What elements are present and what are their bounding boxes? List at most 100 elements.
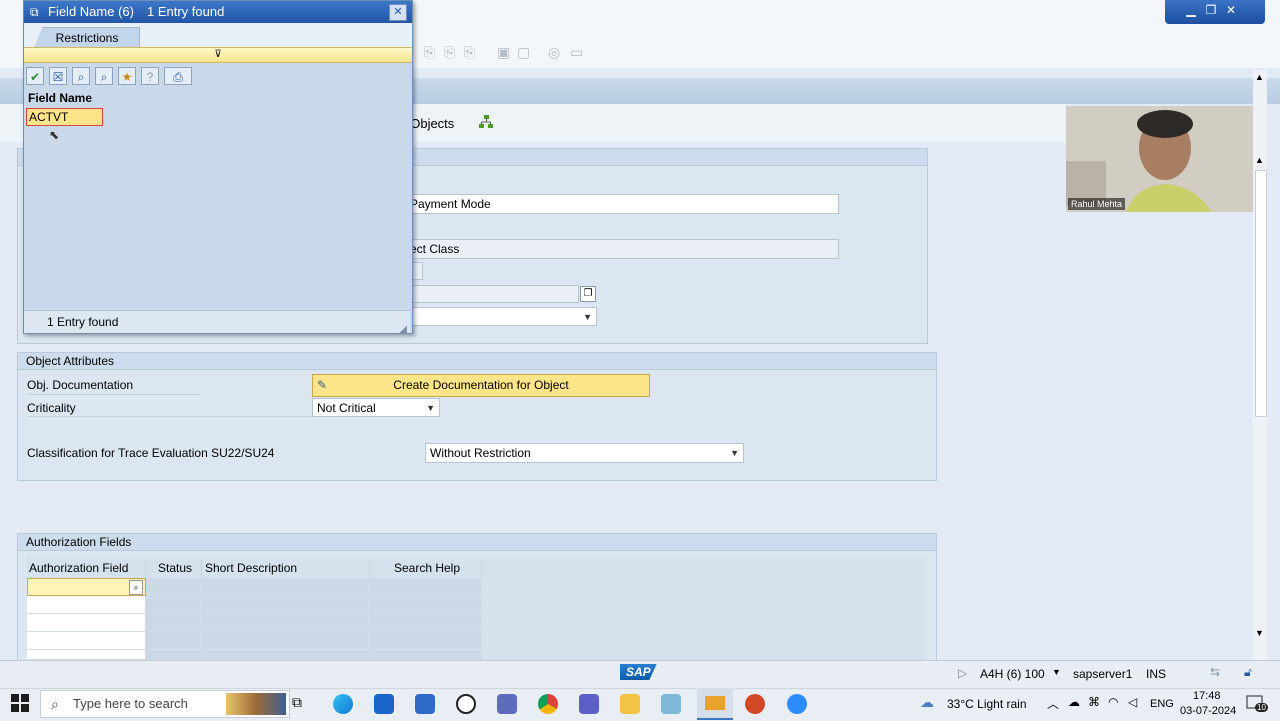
app-icon[interactable]	[661, 694, 681, 714]
table-cell[interactable]	[370, 650, 482, 660]
field-name-column-header[interactable]: Field Name	[28, 91, 92, 105]
clock-time[interactable]: 17:48	[1193, 690, 1221, 702]
table-cell[interactable]	[146, 614, 202, 632]
page-next-icon[interactable]: ⎘	[464, 44, 480, 60]
value-help-icon[interactable]: ⌕	[129, 580, 143, 595]
table-cell[interactable]	[202, 578, 370, 596]
monitor-icon[interactable]: ▭	[570, 44, 586, 60]
teams-icon[interactable]	[579, 694, 599, 714]
table-cell[interactable]	[370, 614, 482, 632]
volume-icon[interactable]: ◁	[1128, 695, 1137, 709]
sap-logon-icon	[705, 696, 725, 710]
column-authorization-field[interactable]: Authorization Field	[26, 559, 146, 577]
object-class-field[interactable]: ect Class	[405, 239, 839, 259]
trace-classification-value: Without Restriction	[430, 446, 531, 460]
settings-icon[interactable]: ⇆	[1210, 665, 1220, 679]
mail-icon[interactable]	[415, 694, 435, 714]
cancel-icon[interactable]: ☒	[49, 67, 67, 85]
create-documentation-button[interactable]: ✎ Create Documentation for Object	[312, 374, 650, 397]
edge-icon[interactable]	[333, 694, 353, 714]
page-prev-icon[interactable]: ⎘	[444, 44, 460, 60]
info-icon[interactable]: ?	[141, 67, 159, 85]
task-view-icon[interactable]: ⧉	[292, 694, 302, 711]
close-icon[interactable]: ✕	[389, 4, 407, 21]
chevron-down-icon: ▼	[426, 403, 435, 413]
chevron-up-icon[interactable]: ︿	[1047, 695, 1059, 712]
resize-grip-icon[interactable]: ◢	[399, 319, 407, 341]
lock-icon[interactable]: 🔓︎	[1244, 665, 1252, 680]
column-status[interactable]: Status	[146, 559, 202, 577]
popup-status-text: 1 Entry found	[47, 315, 119, 329]
scroll-up-icon[interactable]: ▲	[1255, 155, 1264, 165]
table-cell[interactable]	[370, 632, 482, 650]
windows-start-icon[interactable]	[11, 694, 29, 712]
zoom-icon[interactable]	[787, 694, 807, 714]
system-info[interactable]: A4H (6) 100	[980, 667, 1045, 681]
vertical-scrollbar[interactable]: ▲ ▲ ▼	[1253, 70, 1267, 660]
minimize-icon[interactable]: ▁	[1183, 3, 1199, 17]
network-icon[interactable]: ⌘	[1088, 695, 1100, 709]
table-cell[interactable]	[370, 578, 482, 596]
table-cell[interactable]	[202, 632, 370, 650]
scroll-down-icon[interactable]: ▼	[1255, 628, 1264, 638]
criticality-select[interactable]: Not Critical ▼	[312, 398, 440, 417]
table-cell[interactable]	[202, 614, 370, 632]
wifi-icon[interactable]: ◠	[1108, 695, 1118, 709]
layout-icon[interactable]: ▣	[497, 44, 513, 60]
chevron-down-icon[interactable]: ▼	[1052, 667, 1061, 677]
chrome-icon[interactable]	[538, 694, 558, 714]
dell-icon[interactable]	[456, 694, 476, 714]
result-row[interactable]: ACTVT	[26, 108, 103, 126]
table-cell[interactable]	[202, 596, 370, 614]
favorite-icon[interactable]: ★	[118, 67, 136, 85]
app-icon[interactable]	[497, 694, 517, 714]
language-indicator[interactable]: ENG	[1150, 698, 1174, 710]
weather-text[interactable]: 33°C Light rain	[947, 697, 1027, 711]
file-explorer-icon[interactable]	[620, 694, 640, 714]
table-cell[interactable]	[146, 578, 202, 596]
scroll-thumb[interactable]	[1255, 170, 1267, 417]
sap-logon-task[interactable]	[697, 688, 733, 720]
restore-icon[interactable]: ❐	[1203, 3, 1219, 17]
table-cell[interactable]	[146, 596, 202, 614]
copy-icon[interactable]: ❐	[580, 286, 596, 302]
table-cell[interactable]	[146, 632, 202, 650]
scroll-up-icon[interactable]: ▲	[1255, 72, 1264, 82]
store-icon[interactable]	[374, 694, 394, 714]
authorization-field-input[interactable]: ⌕	[27, 578, 146, 596]
window-icon[interactable]: ▢	[517, 44, 533, 60]
column-search-help[interactable]: Search Help	[370, 559, 482, 577]
notifications-icon[interactable]: 10	[1246, 694, 1268, 712]
server-name: sapserver1	[1073, 667, 1133, 681]
collapse-strip[interactable]: ⊽	[24, 47, 412, 63]
popup-status-bar: 1 Entry found ◢	[24, 310, 410, 335]
table-cell[interactable]	[27, 614, 146, 632]
table-cell[interactable]	[146, 650, 202, 660]
weather-icon[interactable]: ☁	[920, 694, 934, 711]
table-cell[interactable]	[27, 596, 146, 614]
package-field[interactable]	[405, 285, 579, 303]
page-first-icon[interactable]: ⎘	[424, 44, 440, 60]
table-cell[interactable]	[370, 596, 482, 614]
play-icon[interactable]: ▷	[958, 666, 967, 680]
help-icon[interactable]: ◎	[548, 44, 564, 60]
cloud-icon[interactable]: ☁	[1068, 695, 1080, 709]
tab-restrictions[interactable]: Restrictions	[34, 27, 140, 48]
powerpoint-icon[interactable]	[745, 694, 765, 714]
dropdown-field[interactable]: ▼	[405, 307, 597, 326]
taskbar-search-box[interactable]: ⌕ Type here to search	[40, 690, 290, 718]
popup-results-area: Field Name ACTVT ⬉	[25, 87, 410, 309]
close-window-icon[interactable]: ✕	[1223, 3, 1239, 17]
hierarchy-icon[interactable]	[478, 114, 494, 130]
column-short-description[interactable]: Short Description	[202, 559, 370, 577]
clock-date[interactable]: 03-07-2024	[1180, 705, 1236, 717]
print-icon[interactable]: ⎙	[164, 67, 192, 85]
find-icon[interactable]: ⌕	[72, 67, 90, 85]
checkmark-icon[interactable]: ✔	[26, 67, 44, 85]
table-cell[interactable]	[27, 632, 146, 650]
table-cell[interactable]	[202, 650, 370, 660]
payment-mode-field[interactable]: Payment Mode	[405, 194, 839, 214]
trace-classification-select[interactable]: Without Restriction ▼	[425, 443, 744, 463]
table-cell[interactable]	[27, 650, 146, 660]
find-next-icon[interactable]: ⌕	[95, 67, 113, 85]
